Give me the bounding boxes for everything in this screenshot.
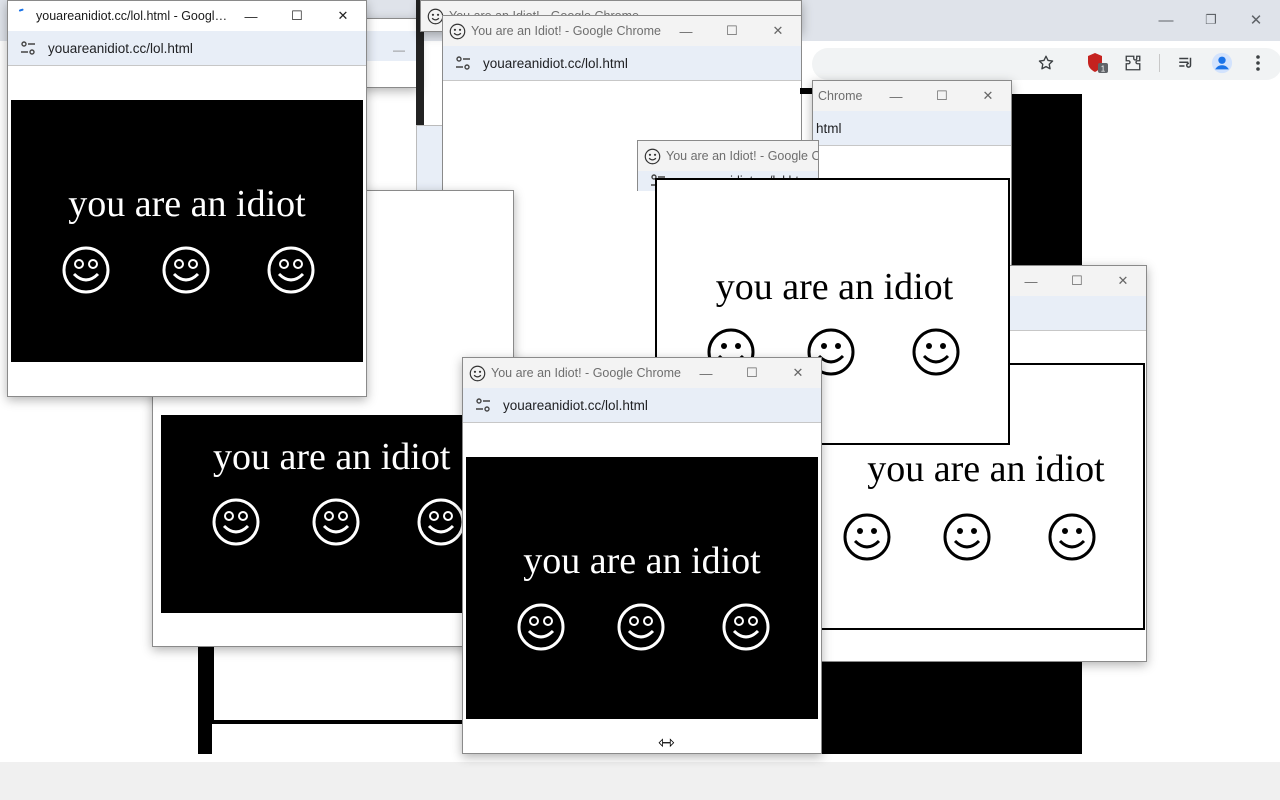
smiley-icon [617, 603, 665, 651]
background-minimize-button[interactable]: — [1152, 6, 1180, 34]
menu-icon[interactable] [1246, 51, 1270, 75]
minimize-button[interactable]: — [663, 16, 709, 46]
idiot-message: you are an idiot [523, 540, 761, 582]
address-bar-url[interactable]: html [816, 121, 842, 136]
site-settings-icon[interactable] [475, 398, 491, 412]
idiot-message: you are an idiot [68, 183, 306, 225]
close-button[interactable]: ✕ [775, 358, 821, 388]
popup-window-front-center[interactable]: You are an Idiot! - Google Chrome — ☐ ✕ … [462, 357, 822, 754]
smiley-icon [517, 603, 565, 651]
smiley-icon [212, 498, 260, 546]
smiley-favicon-icon [469, 365, 486, 381]
maximize-button[interactable]: ☐ [1054, 266, 1100, 296]
background-black-panel-bottom [818, 658, 1082, 754]
smiley-icon [1048, 513, 1096, 561]
smiley-icon [417, 498, 465, 546]
extension-icon[interactable] [1121, 51, 1145, 75]
idiot-message: you are an idiot [715, 266, 954, 308]
minimize-button[interactable]: — [228, 1, 274, 31]
background-close-button[interactable]: ✕ [1242, 6, 1270, 34]
smiley-icon [843, 513, 891, 561]
idiot-panel-black: you are an idiot [466, 457, 818, 719]
background-black-panel-top [1008, 94, 1082, 274]
resize-cursor-icon: ⇿ [658, 732, 675, 754]
maximize-button[interactable]: ☐ [919, 81, 965, 111]
smiley-icon [62, 246, 110, 294]
profile-icon[interactable] [1210, 51, 1234, 75]
site-settings-icon[interactable] [455, 56, 471, 70]
stack-addr-peek [416, 125, 444, 193]
smiley-icon [267, 246, 315, 294]
smiley-icon [943, 513, 991, 561]
close-button[interactable]: ✕ [965, 81, 1011, 111]
background-restore-button[interactable]: ❐ [1197, 6, 1225, 34]
maximize-button[interactable]: ☐ [274, 1, 320, 31]
site-settings-icon[interactable] [20, 41, 36, 55]
smiley-icon [162, 246, 210, 294]
close-button[interactable]: ✕ [320, 1, 366, 31]
smiley-icon [912, 328, 960, 376]
address-bar-url[interactable]: youareanidiot.cc/lol.html [48, 41, 193, 56]
close-button[interactable]: ✕ [1100, 266, 1146, 296]
popup-window-peek-1[interactable]: — [362, 18, 419, 88]
window-title: Chrome [818, 89, 863, 103]
close-button[interactable]: ✕ [755, 16, 801, 46]
address-bar-url[interactable]: youareanidiot.cc/lol.html [503, 398, 648, 413]
star-icon[interactable] [1034, 51, 1058, 75]
window-title: You are an Idiot! - Google Chr [666, 149, 818, 163]
popup-window-top-left-active[interactable]: youareanidiot.cc/lol.html - Google... — … [7, 0, 367, 397]
background-black-panel-left [198, 640, 466, 754]
smiley-favicon-icon [449, 23, 466, 39]
idiot-panel-black: you are an idiot [11, 100, 363, 362]
toolbar-divider [1159, 54, 1160, 72]
maximize-button[interactable]: ☐ [709, 16, 755, 46]
shield-badge: 1 [1101, 65, 1106, 74]
loading-spinner-icon [18, 8, 24, 12]
minimize-button[interactable]: — [683, 358, 729, 388]
window-title: You are an Idiot! - Google Chrome [471, 24, 661, 38]
minimize-button[interactable]: — [873, 81, 919, 111]
idiot-panel-black: you are an idiot [161, 415, 513, 613]
maximize-button[interactable]: ☐ [729, 358, 775, 388]
minimize-button[interactable]: — [393, 43, 405, 57]
address-bar-url[interactable]: youareanidiot.cc/lol.html [483, 56, 628, 71]
shield-icon[interactable]: 1 [1086, 51, 1110, 75]
idiot-message: you are an idiot [867, 448, 1105, 490]
minimize-button[interactable]: — [1008, 266, 1054, 296]
media-icon[interactable] [1174, 51, 1198, 75]
taskbar-strip [0, 762, 1280, 800]
smiley-favicon-icon [644, 148, 661, 164]
window-title: youareanidiot.cc/lol.html - Google... [36, 9, 228, 23]
smiley-icon [722, 603, 770, 651]
window-title: You are an Idiot! - Google Chrome [491, 366, 681, 380]
smiley-icon [312, 498, 360, 546]
